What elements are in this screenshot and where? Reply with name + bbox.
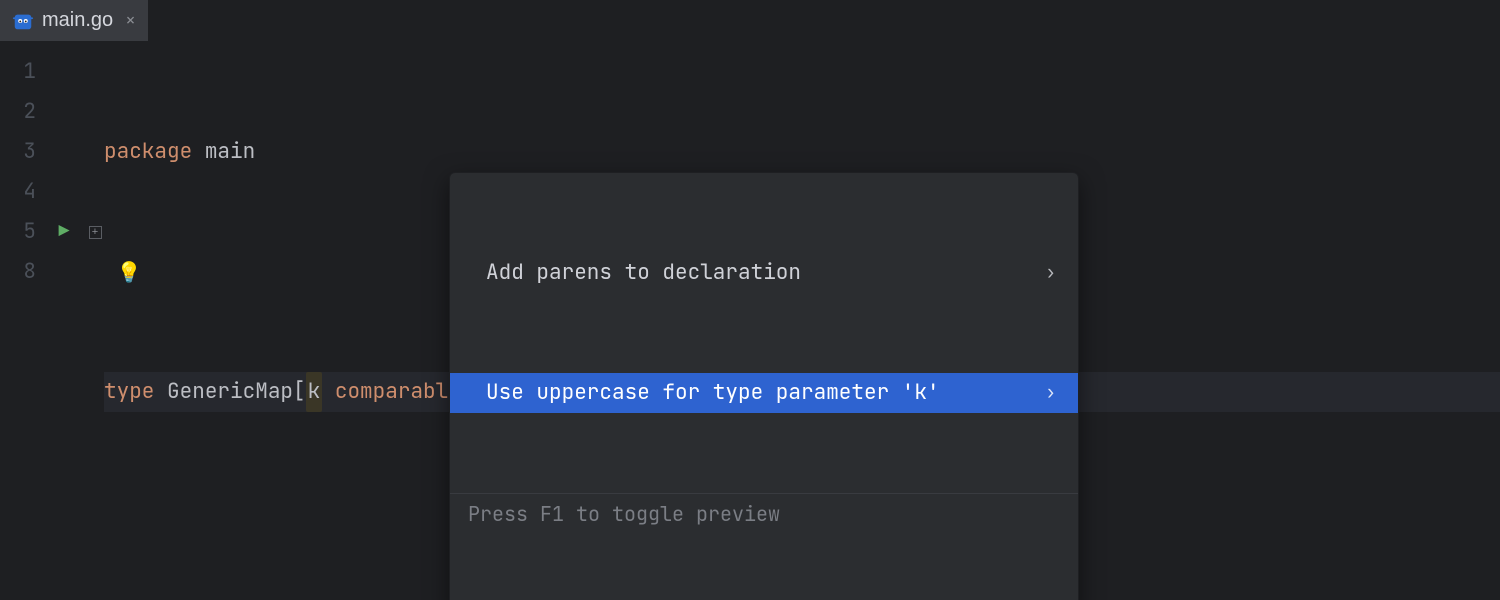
intention-popup: Add parens to declaration › Use uppercas… — [449, 172, 1079, 600]
tab-bar: main.go × — [0, 0, 1500, 42]
intention-item-selected[interactable]: Use uppercase for type parameter 'k' › — [450, 373, 1078, 413]
keyword: type — [104, 372, 154, 412]
run-gutter: ▶ — [42, 42, 86, 600]
close-icon[interactable]: × — [121, 9, 136, 32]
line-number: 5 — [0, 212, 42, 252]
go-file-icon — [12, 10, 34, 32]
intention-bulb-icon[interactable]: 💡 — [117, 252, 142, 292]
space — [322, 372, 335, 412]
line-number: 8 — [0, 252, 42, 292]
fold-expand-icon[interactable]: + — [89, 226, 102, 239]
intention-item[interactable]: Add parens to declaration › — [450, 253, 1078, 293]
code-line: package main — [104, 132, 1500, 172]
chevron-right-icon: › — [1045, 253, 1056, 293]
intention-label: Add parens to declaration — [486, 253, 801, 293]
intention-label: Use uppercase for type parameter 'k' — [486, 373, 940, 413]
popup-hint: Press F1 to toggle preview — [450, 493, 1078, 533]
run-icon[interactable]: ▶ — [59, 212, 70, 252]
editor-area: 1 2 3 4 5 8 ▶ + package main 💡 type Gene… — [0, 42, 1500, 600]
file-tab[interactable]: main.go × — [0, 0, 148, 41]
line-number: 2 — [0, 92, 42, 132]
line-number: 1 — [0, 52, 42, 92]
type-name: GenericMap — [167, 372, 293, 412]
bracket: [ — [293, 372, 306, 412]
tab-filename: main.go — [42, 9, 113, 32]
identifier: main — [205, 132, 255, 172]
chevron-right-icon: › — [1045, 373, 1056, 413]
line-number: 3 — [0, 132, 42, 172]
fold-gutter: + — [86, 42, 104, 600]
line-number: 4 — [0, 172, 42, 212]
type-param-warning: k — [306, 372, 323, 412]
line-number-gutter: 1 2 3 4 5 8 — [0, 42, 42, 600]
code-area[interactable]: package main 💡 type GenericMap[k compara… — [104, 42, 1500, 600]
constraint: comparable — [335, 372, 461, 412]
keyword: package — [104, 132, 192, 172]
